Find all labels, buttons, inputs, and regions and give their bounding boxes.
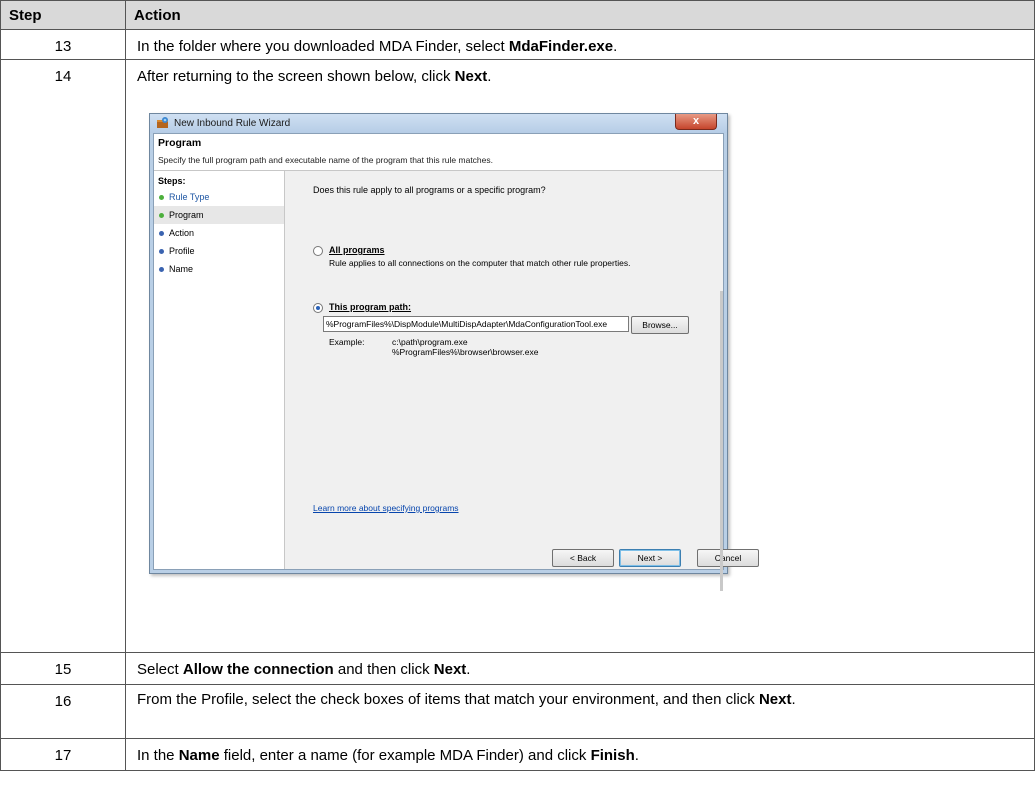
table-header-row: Step Action — [0, 0, 1035, 30]
step-action: From the Profile, select the check boxes… — [125, 684, 1035, 739]
wizard-content: Does this rule apply to all programs or … — [285, 171, 759, 591]
this-program-label[interactable]: This program path: — [329, 302, 411, 312]
example-value-2: %ProgramFiles%\browser\browser.exe — [392, 347, 539, 357]
table-row: 14 After returning to the screen shown b… — [0, 59, 1035, 653]
back-button[interactable]: < Back — [552, 549, 614, 567]
program-path-input[interactable]: %ProgramFiles%\DispModule\MultiDispAdapt… — [323, 316, 629, 332]
sidebar-item-label: Rule Type — [169, 192, 210, 202]
sidebar-item-label: Name — [169, 264, 194, 274]
step-action: In the folder where you downloaded MDA F… — [125, 29, 1035, 60]
all-programs-description: Rule applies to all connections on the c… — [329, 258, 631, 268]
steps-table: Step Action 13 In the folder where you d… — [0, 0, 1035, 771]
question-text: Does this rule apply to all programs or … — [313, 185, 546, 195]
sidebar-item-program[interactable]: Program — [154, 206, 284, 224]
all-programs-radio[interactable] — [313, 246, 323, 256]
step-action: After returning to the screen shown belo… — [125, 59, 1035, 653]
sidebar-item-profile: Profile — [154, 242, 284, 260]
next-button[interactable]: Next > — [619, 549, 681, 567]
example-label: Example: — [329, 337, 365, 347]
example-value-1: c:\path\program.exe — [392, 337, 468, 347]
step-number: 16 — [0, 684, 126, 739]
dialog-title: New Inbound Rule Wizard — [174, 118, 291, 129]
dialog-title-bar: New Inbound Rule Wizard x — [150, 114, 727, 133]
step-pending-icon — [159, 267, 164, 272]
sidebar-item-rule-type[interactable]: Rule Type — [154, 188, 284, 206]
cancel-button[interactable]: Cancel — [697, 549, 759, 567]
header-step: Step — [0, 0, 126, 30]
firewall-icon — [157, 117, 168, 128]
this-program-radio[interactable] — [313, 303, 323, 313]
table-row: 17 In the Name field, enter a name (for … — [0, 738, 1035, 771]
steps-label: Steps: — [158, 176, 186, 186]
step-number: 15 — [0, 652, 126, 685]
sidebar-item-label: Action — [169, 228, 195, 238]
page-title: Program — [158, 137, 202, 149]
step-done-icon — [159, 195, 164, 200]
step-number: 17 — [0, 738, 126, 771]
scrollbar[interactable] — [720, 291, 723, 591]
step-pending-icon — [159, 249, 164, 254]
step-number: 14 — [0, 59, 126, 653]
learn-more-link[interactable]: Learn more about specifying programs — [313, 503, 459, 513]
step-current-icon — [159, 213, 164, 218]
sidebar-item-name: Name — [154, 260, 284, 278]
sidebar-item-action: Action — [154, 224, 284, 242]
steps-sidebar: Steps: Rule Type Program Action Profile … — [154, 171, 285, 569]
wizard-dialog-screenshot: New Inbound Rule Wizard x Program Specif… — [149, 113, 759, 591]
browse-button[interactable]: Browse... — [631, 316, 689, 334]
sidebar-item-label: Program — [169, 210, 204, 220]
header-action: Action — [125, 0, 1035, 30]
page-subtitle: Specify the full program path and execut… — [158, 155, 493, 165]
close-icon[interactable]: x — [675, 114, 717, 130]
sidebar-item-label: Profile — [169, 246, 195, 256]
dialog-body: Program Specify the full program path an… — [153, 133, 759, 591]
step-action: Select Allow the connection and then cli… — [125, 652, 1035, 685]
wizard-header: Program Specify the full program path an… — [154, 134, 723, 171]
step-number: 13 — [0, 29, 126, 60]
step-pending-icon — [159, 231, 164, 236]
step-action: In the Name field, enter a name (for exa… — [125, 738, 1035, 771]
table-row: 15 Select Allow the connection and then … — [0, 652, 1035, 685]
table-row: 13 In the folder where you downloaded MD… — [0, 29, 1035, 60]
table-row: 16 From the Profile, select the check bo… — [0, 684, 1035, 739]
all-programs-label[interactable]: All programs — [329, 245, 385, 255]
